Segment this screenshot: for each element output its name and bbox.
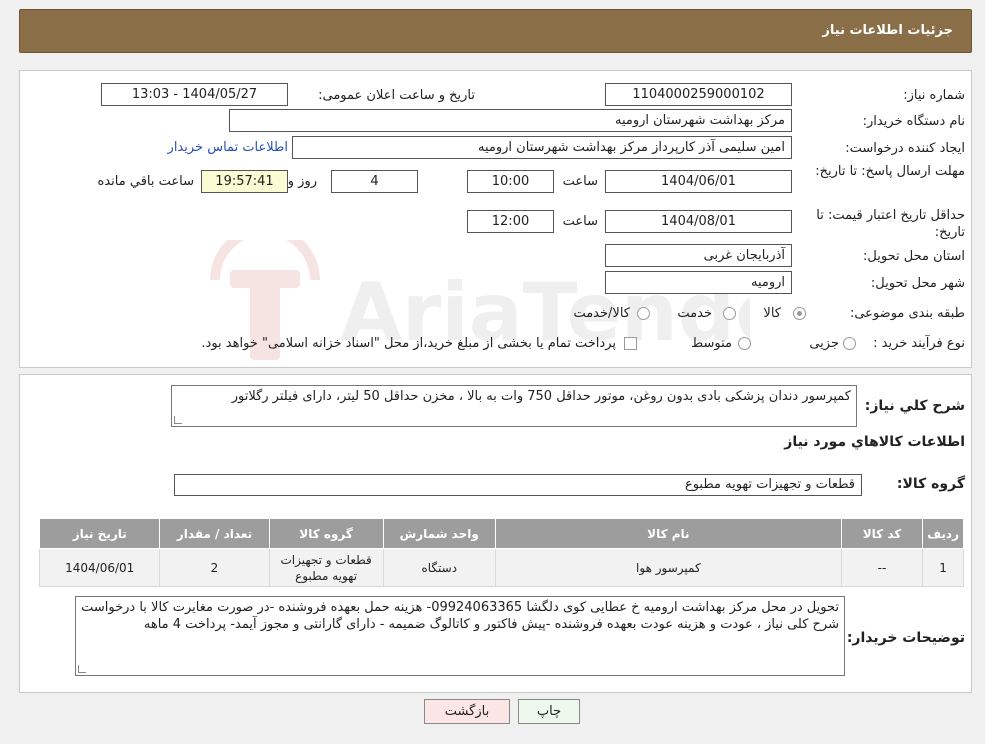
summary-text-content: کمپرسور دندان پزشکی بادی بدون روغن، موتو…: [231, 389, 851, 404]
col-name: نام کالا: [494, 518, 842, 549]
category-service-label: خدمت: [677, 306, 712, 321]
col-need-date: تاريخ نياز: [38, 518, 161, 549]
deadline-label: مهلت ارسال پاسخ: تا تاریخ:: [815, 164, 965, 179]
buyer-notes-label: توضیحات خریدار:: [846, 630, 965, 646]
need-number-label: شماره نیاز:: [903, 88, 965, 103]
page-header: جزئیات اطلاعات نیاز: [19, 9, 972, 53]
cell-unit: دستگاه: [382, 548, 496, 587]
category-goods-label: کالا: [763, 306, 781, 321]
goods-table-header: رديف کد کالا نام کالا واحد شمارش گروه کا…: [38, 518, 964, 549]
category-radio-goods[interactable]: [793, 307, 806, 320]
print-button[interactable]: چاپ: [518, 699, 580, 724]
validity-time-label: ساعت: [562, 214, 598, 229]
process-type-label: نوع فرآیند خرید :: [873, 336, 965, 351]
summary-label: شرح کلي نياز:: [864, 398, 965, 414]
process-radio-minor[interactable]: [843, 337, 856, 350]
province-label: استان محل تحویل:: [863, 249, 965, 264]
category-label: طبقه بندی موضوعی:: [849, 306, 965, 321]
col-unit: واحد شمارش: [382, 518, 496, 549]
buyer-notes-content: تحویل در محل مرکز بهداشت ارومیه خ عطایی …: [81, 600, 839, 632]
back-button[interactable]: بازگشت: [424, 699, 510, 724]
summary-text: کمپرسور دندان پزشکی بادی بدون روغن، موتو…: [171, 385, 857, 427]
cell-need-date: 1404/06/01: [38, 548, 161, 587]
process-medium-label: متوسط: [691, 336, 732, 351]
days-label: روز و: [287, 174, 317, 189]
requester-field: امین سلیمی آذر کارپرداز مرکز بهداشت شهرس…: [292, 136, 792, 159]
cell-group: قطعات و تجهیزات تهویه مطبوع: [268, 548, 384, 587]
cell-code: --: [840, 548, 924, 587]
deadline-time-label: ساعت: [562, 174, 598, 189]
validity-date-field: 1404/08/01: [605, 210, 792, 233]
province-field: آذربایجان غربی: [605, 244, 792, 267]
city-label: شهر محل تحویل:: [870, 276, 965, 291]
need-number-field: 1104000259000102: [605, 83, 792, 106]
buyer-notes-text: تحویل در محل مرکز بهداشت ارومیه خ عطایی …: [75, 596, 845, 676]
buyer-org-label: نام دستگاه خریدار:: [862, 114, 965, 129]
resize-handle-icon[interactable]: [78, 665, 86, 673]
category-goods-service-label: کالا/خدمت: [573, 306, 630, 321]
cell-name: کمپرسور هوا: [494, 548, 842, 587]
city-field: ارومیه: [605, 271, 792, 294]
validity-time-field: 12:00: [467, 210, 554, 233]
goods-info-title: اطلاعات کالاهاي مورد نياز: [784, 434, 965, 450]
col-qty: تعداد / مقدار: [159, 518, 270, 549]
process-minor-label: جزیی: [809, 336, 839, 351]
deadline-time-field: 10:00: [467, 170, 554, 193]
category-radio-goods-service[interactable]: [637, 307, 650, 320]
remaining-time-label: ساعت باقي مانده: [97, 174, 194, 189]
days-remaining-field: 4: [331, 170, 418, 193]
resize-handle-icon[interactable]: [174, 416, 182, 424]
col-code: کد کالا: [840, 518, 924, 549]
announce-date-label: تاریخ و ساعت اعلان عمومی:: [318, 88, 475, 103]
buyer-org-field: مرکز بهداشت شهرستان ارومیه: [229, 109, 792, 132]
col-group: گروه کالا: [268, 518, 384, 549]
goods-group-field: قطعات و تجهیزات تهویه مطبوع: [174, 474, 862, 496]
goods-table: رديف کد کالا نام کالا واحد شمارش گروه کا…: [38, 518, 964, 587]
buyer-contact-link[interactable]: اطلاعات تماس خریدار: [168, 140, 288, 155]
goods-group-label: گروه کالا:: [896, 476, 965, 492]
category-radio-service[interactable]: [723, 307, 736, 320]
announce-date-field: 1404/05/27 - 13:03: [101, 83, 288, 106]
cell-row: 1: [922, 548, 964, 587]
treasury-payment-note: پرداخت تمام یا بخشی از مبلغ خرید،از محل …: [201, 336, 616, 351]
col-row: رديف: [922, 518, 964, 549]
remaining-time-field: 19:57:41: [201, 170, 288, 193]
treasury-payment-checkbox[interactable]: [624, 337, 637, 350]
page-title: جزئیات اطلاعات نیاز: [822, 23, 953, 38]
process-radio-medium[interactable]: [738, 337, 751, 350]
cell-qty: 2: [159, 548, 270, 587]
table-row: 1 -- کمپرسور هوا دستگاه قطعات و تجهیزات …: [38, 548, 964, 587]
validity-label: حداقل تاریخ اعتبار قیمت: تا تاریخ:: [816, 208, 965, 240]
deadline-date-field: 1404/06/01: [605, 170, 792, 193]
requester-label: ایجاد کننده درخواست:: [845, 141, 965, 156]
